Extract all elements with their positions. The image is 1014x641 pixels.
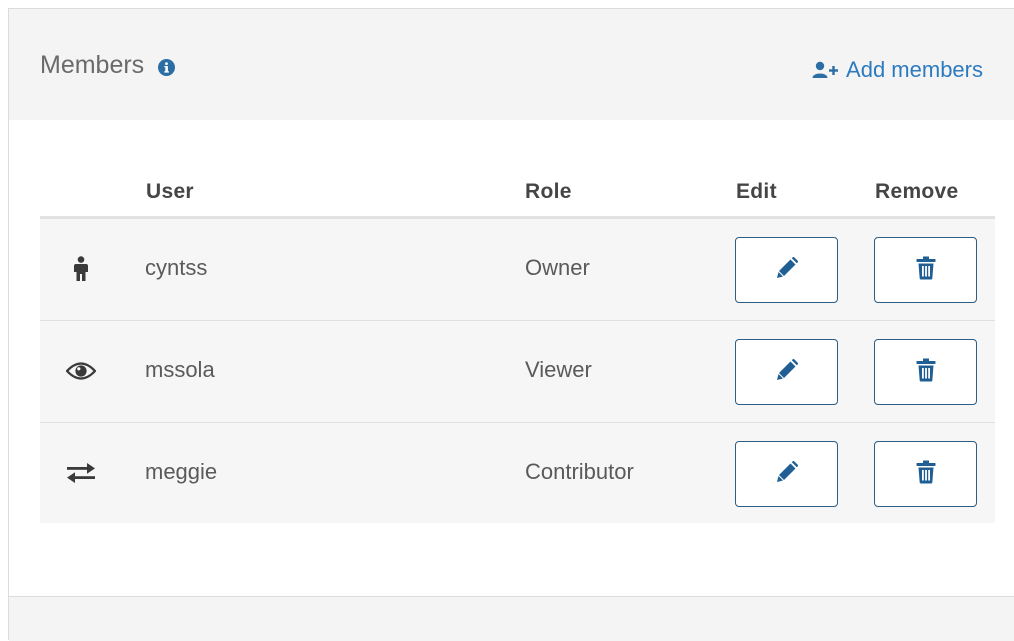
user-name: mssola (145, 357, 215, 382)
table-row: mssola Viewer (40, 321, 995, 423)
pencil-icon (776, 256, 798, 284)
trash-icon (916, 460, 936, 489)
column-header-remove: Remove (875, 180, 959, 203)
remove-button[interactable] (874, 237, 977, 303)
user-role: Owner (525, 255, 590, 280)
panel-header: Members Add members (9, 9, 1014, 120)
add-members-link[interactable]: Add members (812, 57, 983, 83)
eye-icon (66, 357, 96, 385)
edit-button[interactable] (735, 237, 838, 303)
user-role: Contributor (525, 459, 634, 484)
user-name: cyntss (145, 255, 208, 280)
panel-title-group: Members (40, 51, 176, 80)
exchange-arrows-icon (66, 459, 96, 487)
members-panel: Members Add members User Role Edit Remov… (8, 8, 1014, 641)
members-table: User Role Edit Remove cyntss Owner mssol… (40, 120, 995, 523)
column-header-role: Role (525, 180, 572, 203)
table-row: meggie Contributor (40, 423, 995, 523)
pencil-icon (776, 358, 798, 386)
column-header-user: User (146, 180, 194, 203)
info-icon[interactable] (158, 59, 176, 76)
remove-button[interactable] (874, 441, 977, 507)
user-role: Viewer (525, 357, 592, 382)
trash-icon (916, 256, 936, 285)
pencil-icon (776, 460, 798, 488)
panel-footer (9, 596, 1014, 641)
table-row: cyntss Owner (40, 219, 995, 321)
add-members-label: Add members (846, 57, 983, 82)
remove-button[interactable] (874, 339, 977, 405)
column-header-edit: Edit (736, 180, 777, 203)
edit-button[interactable] (735, 339, 838, 405)
add-user-icon (812, 61, 840, 79)
table-header: User Role Edit Remove (40, 120, 995, 219)
trash-icon (916, 358, 936, 387)
person-icon (66, 255, 96, 283)
panel-title: Members (40, 51, 145, 79)
edit-button[interactable] (735, 441, 838, 507)
user-name: meggie (145, 459, 218, 484)
